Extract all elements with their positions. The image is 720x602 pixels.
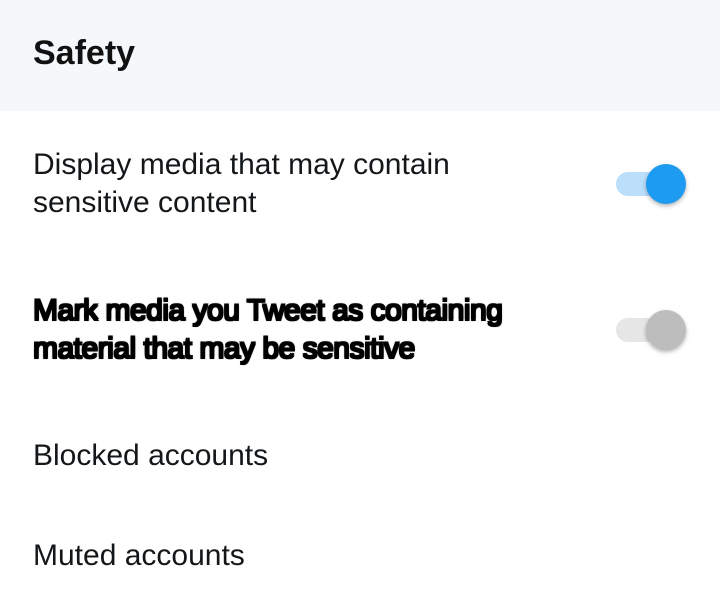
blocked-accounts-item[interactable]: Blocked accounts — [0, 402, 720, 510]
muted-accounts-label: Muted accounts — [33, 539, 245, 572]
sensitive-display-setting[interactable]: Display media that may contain sensitive… — [0, 111, 720, 257]
mark-sensitive-setting[interactable]: Mark media you Tweet as containing mater… — [0, 257, 720, 402]
section-title: Safety — [33, 34, 136, 72]
blocked-accounts-label: Blocked accounts — [33, 439, 269, 472]
muted-accounts-item[interactable]: Muted accounts — [0, 510, 720, 602]
mark-sensitive-toggle[interactable] — [616, 309, 686, 351]
mark-sensitive-label: Mark media you Tweet as containing mater… — [32, 293, 504, 366]
sensitive-display-label: Display media that may contain sensitive… — [33, 148, 450, 219]
safety-section-header: Safety — [0, 0, 720, 111]
sensitive-display-toggle[interactable] — [616, 163, 686, 205]
toggle-knob — [646, 309, 686, 350]
toggle-knob — [646, 164, 686, 204]
